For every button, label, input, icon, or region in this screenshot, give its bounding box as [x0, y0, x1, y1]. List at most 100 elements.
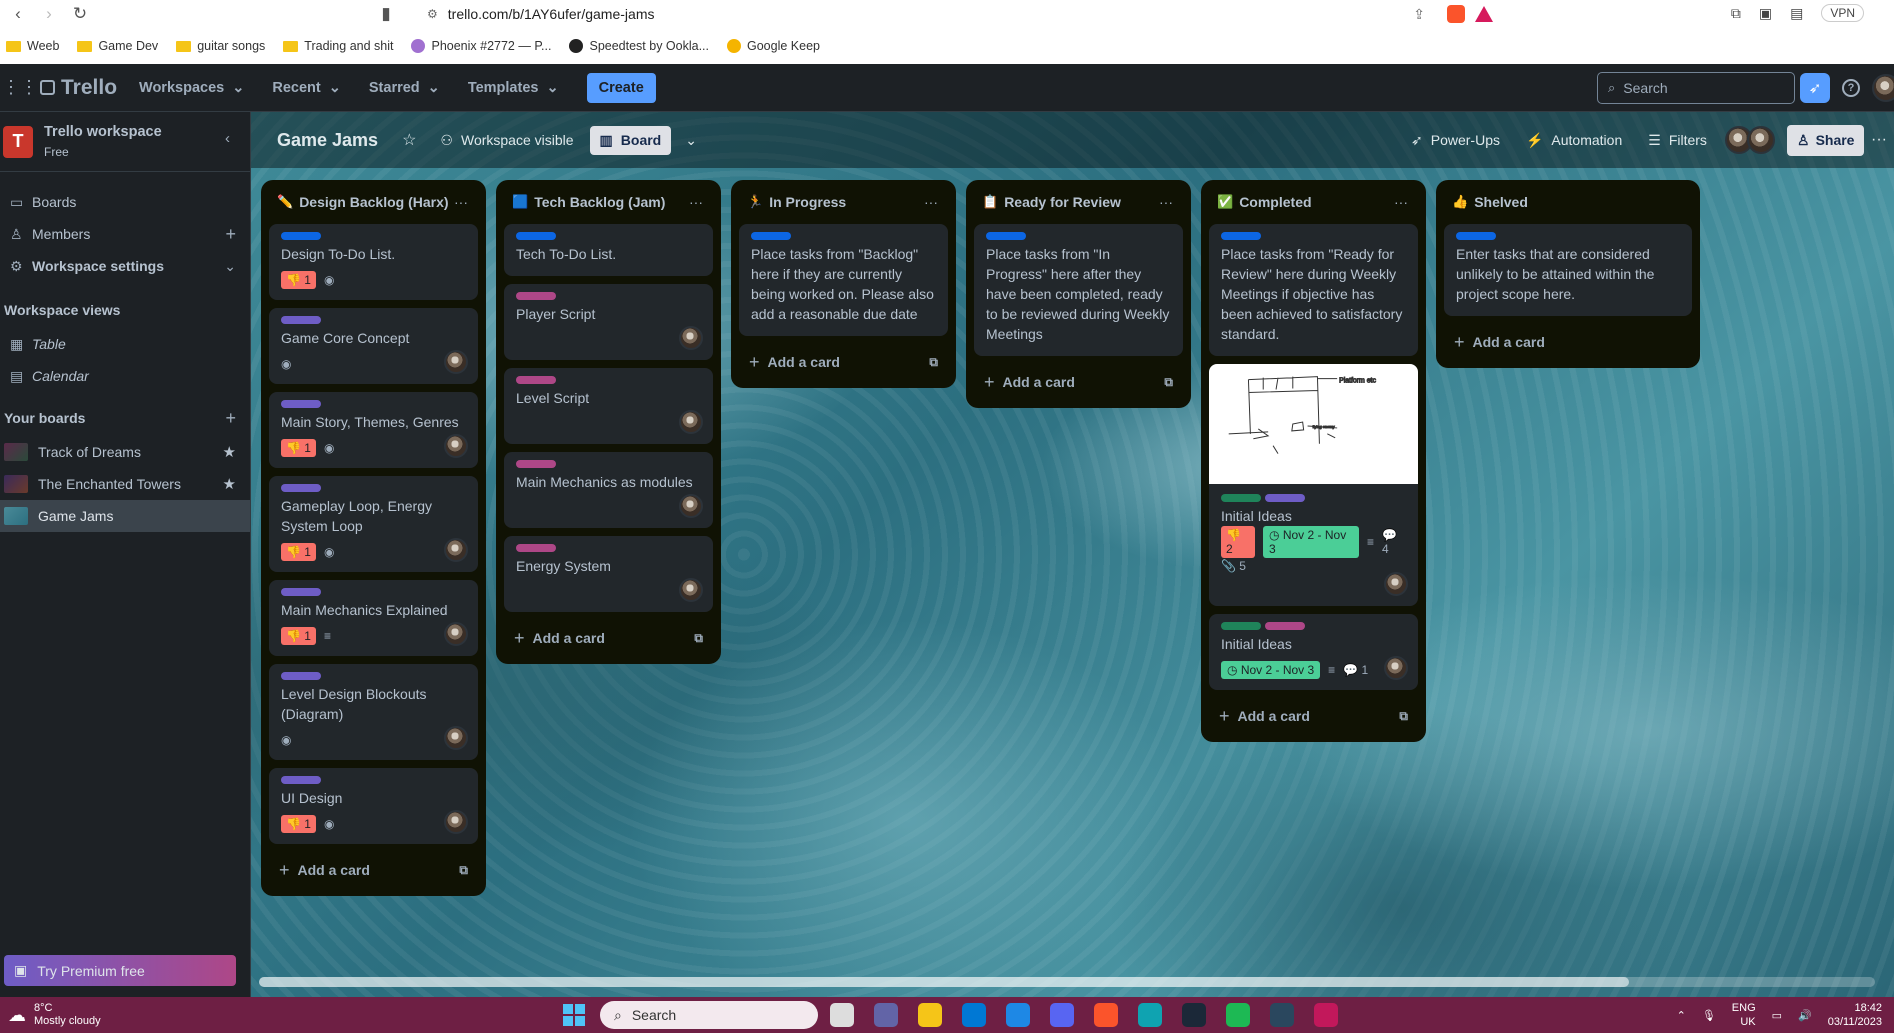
- microphone-icon[interactable]: 🎙: [1702, 1009, 1716, 1022]
- card-member-avatar[interactable]: [444, 622, 468, 646]
- forward-icon[interactable]: ›: [36, 2, 62, 26]
- list-header[interactable]: 🟦 Tech Backlog (Jam) ···: [504, 180, 713, 224]
- menu-recent[interactable]: Recent ⌄: [272, 80, 341, 96]
- reload-icon[interactable]: ↻: [67, 2, 93, 26]
- wallet-icon[interactable]: ▤: [1790, 5, 1803, 22]
- card-label[interactable]: [281, 588, 321, 596]
- card-member-avatar[interactable]: [679, 578, 703, 602]
- teams-icon[interactable]: [874, 1003, 898, 1027]
- list-header[interactable]: ✏️ Design Backlog (Harx) ···: [269, 180, 478, 224]
- sidebar-item-members[interactable]: ♙ Members +: [0, 218, 250, 250]
- add-board-icon[interactable]: +: [225, 408, 236, 429]
- card-member-avatar[interactable]: [444, 726, 468, 750]
- brave-rewards-icon[interactable]: [1475, 6, 1493, 22]
- extensions-icon[interactable]: ⧉: [1731, 5, 1741, 22]
- brave-shields-icon[interactable]: [1447, 5, 1465, 23]
- card-label[interactable]: [1221, 494, 1261, 502]
- star-icon[interactable]: ☆: [402, 130, 416, 150]
- list-menu-icon[interactable]: ···: [1394, 194, 1408, 210]
- scrollbar-thumb[interactable]: [259, 977, 1629, 987]
- notifications-icon[interactable]: ➶: [1800, 72, 1830, 103]
- list-header[interactable]: 👍 Shelved: [1444, 180, 1692, 224]
- sidebar-board-item[interactable]: Track of Dreams ★: [0, 436, 250, 468]
- menu-workspaces[interactable]: Workspaces ⌄: [139, 80, 244, 96]
- board-view-button[interactable]: ▥ Board: [589, 125, 672, 155]
- add-card-button[interactable]: + Add a card ⧉: [269, 852, 478, 888]
- chevron-down-icon[interactable]: ⌄: [685, 132, 697, 149]
- bookmark-item[interactable]: Trading and shit: [283, 39, 393, 53]
- file-explorer-icon[interactable]: [918, 1003, 942, 1027]
- card-label[interactable]: [281, 776, 321, 784]
- card-label[interactable]: [516, 460, 556, 468]
- list-menu-icon[interactable]: ···: [454, 194, 468, 210]
- card-label[interactable]: [986, 232, 1026, 240]
- try-premium-button[interactable]: ▣ Try Premium free: [4, 955, 236, 986]
- card-label[interactable]: [516, 292, 556, 300]
- list-menu-icon[interactable]: ···: [689, 194, 703, 210]
- card-template-icon[interactable]: ⧉: [929, 355, 938, 370]
- card[interactable]: Place tasks from "In Progress" here afte…: [974, 224, 1183, 356]
- card[interactable]: Game Core Concept ◉: [269, 308, 478, 384]
- sidebar-toggle-icon[interactable]: ▣: [1759, 5, 1772, 22]
- card[interactable]: Place tasks from "Backlog" here if they …: [739, 224, 948, 336]
- card[interactable]: Player Script: [504, 284, 713, 360]
- card-template-icon[interactable]: ⧉: [1164, 375, 1173, 390]
- clock-time[interactable]: 18:42: [1828, 1001, 1882, 1015]
- card-label[interactable]: [281, 400, 321, 408]
- bookmark-item[interactable]: Weeb: [6, 39, 59, 53]
- star-icon[interactable]: ★: [223, 443, 236, 461]
- bookmark-item[interactable]: Google Keep: [727, 39, 820, 53]
- card[interactable]: Platform etc flying enemy Initial Ideas 👎 2…: [1209, 364, 1418, 606]
- card[interactable]: Initial Ideas ◷ Nov 2 - Nov 3 ≡ 💬 1: [1209, 614, 1418, 690]
- taskbar-search[interactable]: ⌕ Search: [600, 1001, 818, 1029]
- help-icon[interactable]: ?: [1842, 78, 1860, 97]
- list-menu-icon[interactable]: ···: [1159, 194, 1173, 210]
- back-icon[interactable]: ‹: [5, 2, 31, 26]
- share-page-icon[interactable]: ⇪: [1413, 6, 1425, 23]
- card[interactable]: Level Script: [504, 368, 713, 444]
- trello-logo[interactable]: Trello: [40, 76, 117, 100]
- sidebar-item-calendar[interactable]: ▤ Calendar: [0, 360, 250, 392]
- card-label[interactable]: [516, 376, 556, 384]
- card-template-icon[interactable]: ⧉: [1399, 709, 1408, 724]
- create-button[interactable]: Create: [586, 72, 656, 103]
- weather-widget[interactable]: ☁ 8°C Mostly cloudy: [0, 1002, 101, 1028]
- card-label[interactable]: [1221, 232, 1261, 240]
- snipping-tool-icon[interactable]: [1314, 1003, 1338, 1027]
- card-member-avatar[interactable]: [679, 410, 703, 434]
- list-header[interactable]: ✅ Completed ···: [1209, 180, 1418, 224]
- more-icon[interactable]: ···: [1871, 131, 1887, 149]
- card[interactable]: Gameplay Loop, Energy System Loop 👎 1 ◉: [269, 476, 478, 572]
- card[interactable]: Design To-Do List. 👎 1 ◉: [269, 224, 478, 300]
- card-member-avatar[interactable]: [1384, 656, 1408, 680]
- task-view-icon[interactable]: [830, 1003, 854, 1027]
- power-ups-button[interactable]: ➶ Power-Ups: [1411, 132, 1500, 149]
- card-label[interactable]: [751, 232, 791, 240]
- card-member-avatar[interactable]: [444, 538, 468, 562]
- card[interactable]: Place tasks from "Ready for Review" here…: [1209, 224, 1418, 356]
- add-member-icon[interactable]: +: [225, 224, 236, 245]
- card-label[interactable]: [516, 232, 556, 240]
- member-avatar[interactable]: [1747, 126, 1775, 154]
- chevron-up-icon[interactable]: ⌃: [1677, 1009, 1686, 1022]
- card-label[interactable]: [1221, 622, 1261, 630]
- card-template-icon[interactable]: ⧉: [459, 863, 468, 878]
- card-member-avatar[interactable]: [444, 810, 468, 834]
- automation-button[interactable]: ⚡ Automation: [1526, 132, 1622, 149]
- spotify-icon[interactable]: [1226, 1003, 1250, 1027]
- address-bar[interactable]: ⚙ trello.com/b/1AY6ufer/game-jams ⇪: [415, 1, 1505, 27]
- sidebar-board-item[interactable]: The Enchanted Towers ★: [0, 468, 250, 500]
- site-info-icon[interactable]: ⚙: [427, 7, 438, 21]
- card[interactable]: Main Mechanics Explained 👎 1 ≡: [269, 580, 478, 656]
- card[interactable]: Main Story, Themes, Genres 👎 1 ◉: [269, 392, 478, 468]
- card-cover-image[interactable]: Platform etc flying enemy: [1209, 364, 1418, 484]
- card-label[interactable]: [281, 484, 321, 492]
- card[interactable]: Energy System: [504, 536, 713, 612]
- bookmark-item[interactable]: Speedtest by Ookla...: [569, 39, 709, 53]
- vpn-button[interactable]: VPN: [1821, 4, 1864, 22]
- search-input[interactable]: ⌕ Search: [1597, 71, 1795, 104]
- due-date-badge[interactable]: ◷ Nov 2 - Nov 3: [1221, 661, 1321, 679]
- add-card-button[interactable]: + Add a card ⧉: [739, 344, 948, 380]
- sidebar-item-table[interactable]: ▦ Table: [0, 328, 250, 360]
- board-members[interactable]: [1725, 126, 1775, 154]
